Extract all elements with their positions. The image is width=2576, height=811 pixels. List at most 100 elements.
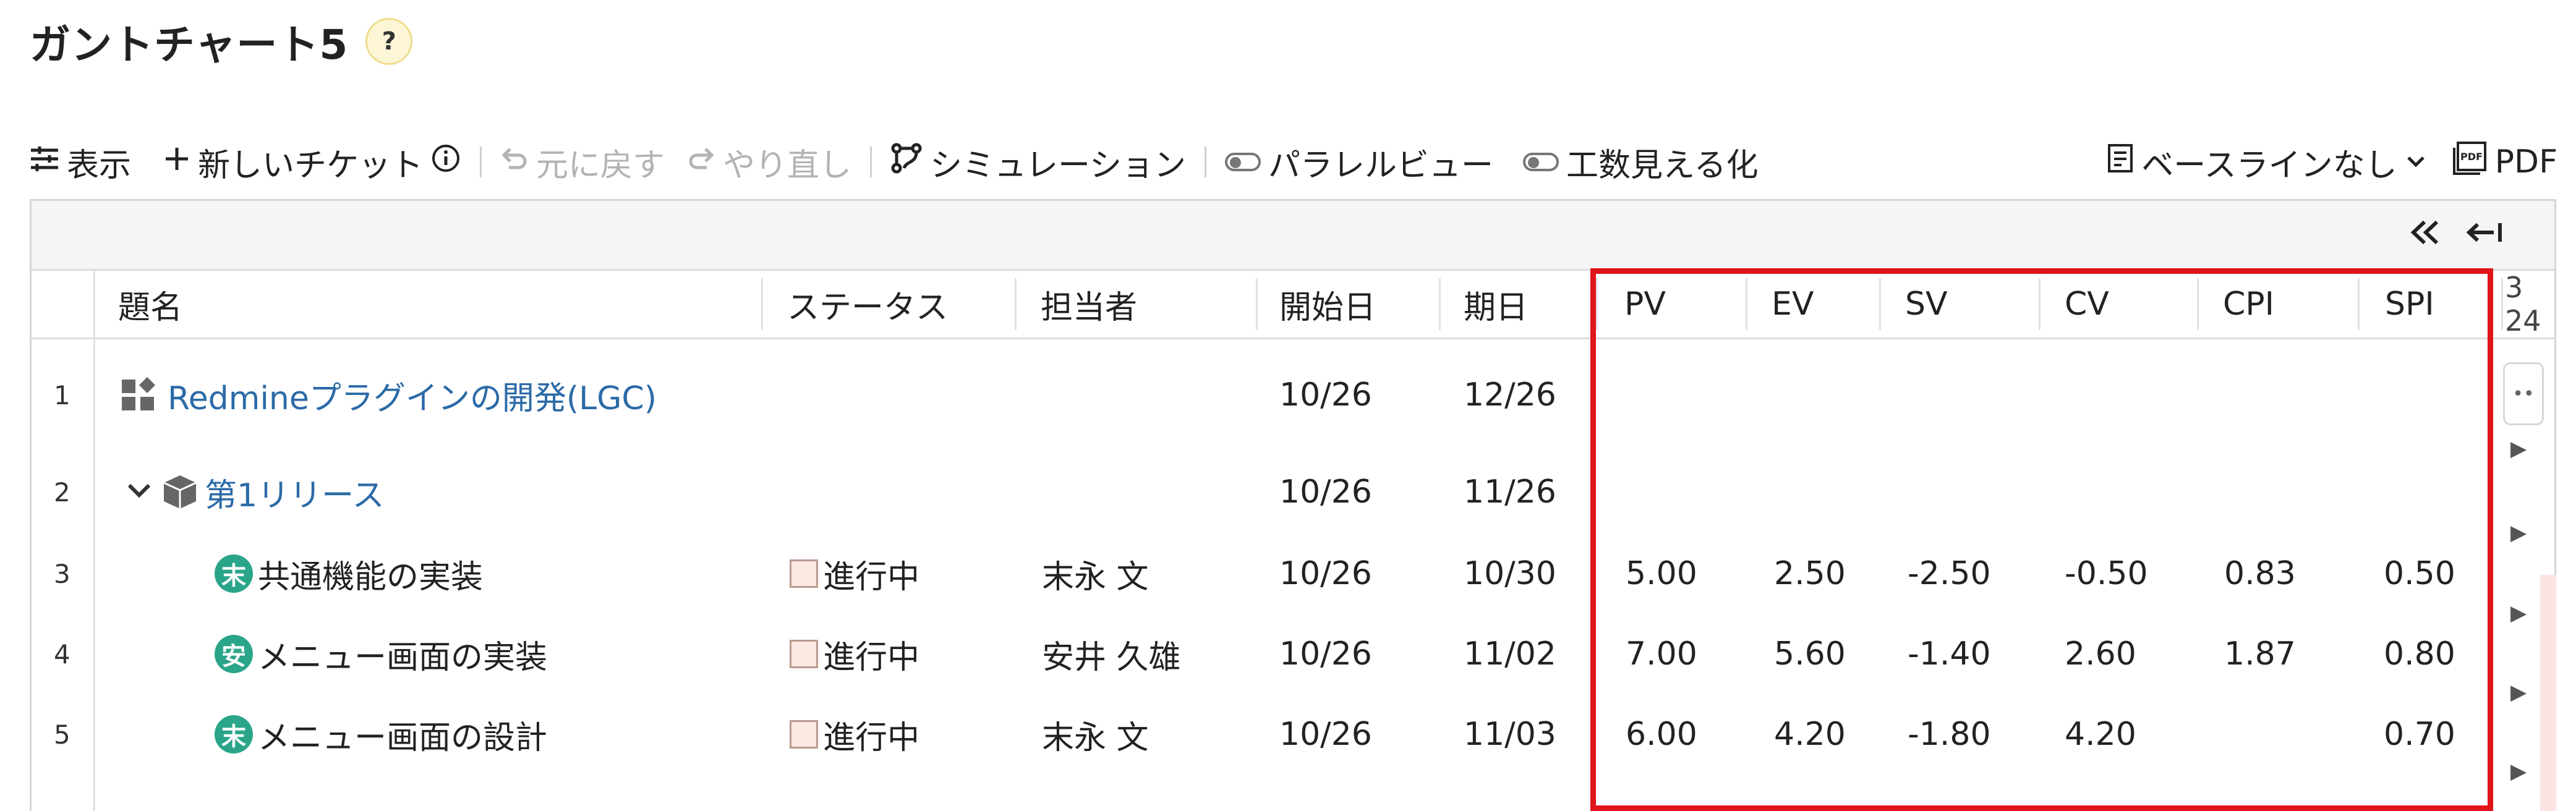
table-row[interactable]: 4 安 メニュー画面の実装 進行中 安井 久雄 10/26 11/02 7.00… [32,614,2554,694]
start-date-cell: 10/26 [1279,473,1372,511]
undo-icon [500,143,529,180]
ev-cell: 2.50 [1774,555,1846,592]
spi-cell: 0.80 [2384,635,2455,673]
display-button[interactable]: 表示 [30,139,131,185]
task-title-cell[interactable]: 安 メニュー画面の実装 [215,614,547,694]
table-row[interactable]: 5 末 メニュー画面の設計 進行中 末永 文 10/26 11/03 6.00 … [32,694,2554,775]
redo-button[interactable]: やり直し [687,139,851,185]
help-icon[interactable]: ? [365,18,413,65]
version-box-icon [163,474,197,510]
expand-row-icon[interactable]: ▶ [2510,520,2527,545]
baseline-dropdown[interactable]: ベースラインなし [2107,139,2426,185]
column-header-pv[interactable]: PV [1624,271,1666,338]
column-header-cpi[interactable]: CPI [2223,271,2274,338]
simulation-icon [890,142,923,182]
status-swatch-icon [790,559,818,588]
collapse-all-icon[interactable] [2408,213,2442,255]
column-header-ev[interactable]: EV [1772,271,1814,338]
redo-icon [687,143,715,180]
baseline-label: ベースラインなし [2141,146,2397,184]
assignee-cell: 末永 文 [1042,558,1149,596]
task-title-link[interactable]: Redmineプラグインの開発(LGC) [168,372,657,418]
start-date-cell: 10/26 [1279,376,1372,414]
toolbar-divider [1204,146,1206,177]
assignee-cell: 末永 文 [1042,719,1149,757]
grid-top-bar [32,201,2554,271]
column-header-title[interactable]: 題名 [118,271,182,338]
expand-row-icon[interactable]: ▶ [2510,436,2527,461]
task-title[interactable]: メニュー画面の設計 [258,711,547,758]
pdf-export-button[interactable]: PDF PDF [2452,140,2557,184]
due-date-cell: 12/26 [1464,376,1556,414]
column-header-status[interactable]: ステータス [787,271,948,338]
start-date-cell: 10/26 [1279,635,1372,673]
table-row[interactable]: 3 末 共通機能の実装 進行中 末永 文 10/26 10/30 5.00 2.… [32,533,2554,614]
sv-cell: -2.50 [1908,555,1991,592]
column-header-sv[interactable]: SV [1905,271,1948,338]
row-number: 3 [54,558,70,589]
sv-cell: -1.80 [1908,716,1991,753]
ev-cell: 4.20 [1774,716,1846,753]
column-header-assignee[interactable]: 担当者 [1041,271,1137,338]
redo-label: やり直し [723,146,852,184]
info-icon[interactable] [430,143,461,182]
version-title-link[interactable]: 第1リリース [205,469,384,516]
sv-cell: -1.40 [1908,635,1991,673]
effort-visualization-toggle[interactable]: 工数見える化 [1523,139,1758,185]
undo-label: 元に戻す [536,146,665,184]
task-title[interactable]: メニュー画面の実装 [258,631,547,677]
task-title[interactable]: 共通機能の実装 [258,551,483,597]
pdf-label: PDF [2494,143,2557,180]
expand-row-icon[interactable]: ▶ [2510,680,2527,705]
column-header-due-date[interactable]: 期日 [1464,271,1528,338]
status-cell[interactable]: 進行中 [790,614,919,694]
column-header-cv[interactable]: CV [2065,271,2109,338]
table-row[interactable]: 2 第1リリース 10/26 11/26 [32,451,2554,533]
gantt-grid: 題名 ステータス 担当者 開始日 期日 PV EV SV CV CPI SPI … [30,199,2556,811]
row-number: 4 [54,639,70,669]
expand-row-icon[interactable]: ▶ [2510,759,2527,784]
task-title-cell[interactable]: 末 共通機能の実装 [215,533,483,614]
due-date-cell: 11/02 [1464,635,1556,673]
expand-row-icon[interactable]: ▶ [2510,601,2527,626]
undo-button[interactable]: 元に戻す [500,139,665,185]
start-date-cell: 10/26 [1279,716,1372,753]
cv-cell: 4.20 [2065,716,2136,753]
parallel-view-toggle[interactable]: パラレルビュー [1224,139,1493,185]
chevron-down-icon[interactable] [127,478,151,506]
toggle-off-icon [1523,153,1559,171]
chevron-down-icon [2405,143,2427,180]
column-header-start-date[interactable]: 開始日 [1279,271,1376,338]
status-label: 進行中 [823,558,920,596]
row-number: 5 [54,719,70,750]
parallel-view-label: パラレルビュー [1268,146,1493,184]
page-title: ガントチャート5 [30,21,349,69]
status-cell[interactable]: 進行中 [790,533,919,614]
pdf-icon: PDF [2452,140,2488,184]
column-header-spi[interactable]: SPI [2385,271,2434,338]
task-title-cell[interactable]: 末 メニュー画面の設計 [215,694,547,775]
table-row[interactable]: 1 Redmineプラグインの開発(LGC) 10/26 12/26 [32,339,2554,451]
cpi-cell: 1.87 [2224,635,2296,673]
task-title-cell[interactable]: Redmineプラグインの開発(LGC) [121,339,657,451]
assignee-cell: 安井 久雄 [1042,639,1181,676]
status-swatch-icon [790,640,818,668]
timeline-more-icon[interactable]: •• [2503,362,2544,425]
project-icon [121,377,158,413]
cv-cell: 2.60 [2065,635,2136,673]
toolbar-divider [480,146,482,177]
settings-sliders-icon [30,143,59,180]
baseline-document-icon [2107,143,2134,182]
toolbar: 表示 新しいチケット 元に戻す やり直し シミュレーション パラレルビュー 工数… [30,137,2557,187]
status-cell[interactable]: 進行中 [790,694,919,775]
simulation-button[interactable]: シミュレーション [890,139,1186,185]
new-ticket-label: 新しいチケット [198,146,424,184]
pv-cell: 6.00 [1626,716,1697,753]
task-title-cell[interactable]: 第1リリース [127,451,384,533]
avatar: 安 [215,635,253,673]
timeline-header: 3 24 [2505,271,2541,338]
ev-cell: 5.60 [1774,635,1846,673]
new-ticket-button[interactable]: 新しいチケット [163,139,461,185]
arrow-left-to-line-icon[interactable] [2466,213,2505,255]
row-number: 1 [54,380,70,410]
